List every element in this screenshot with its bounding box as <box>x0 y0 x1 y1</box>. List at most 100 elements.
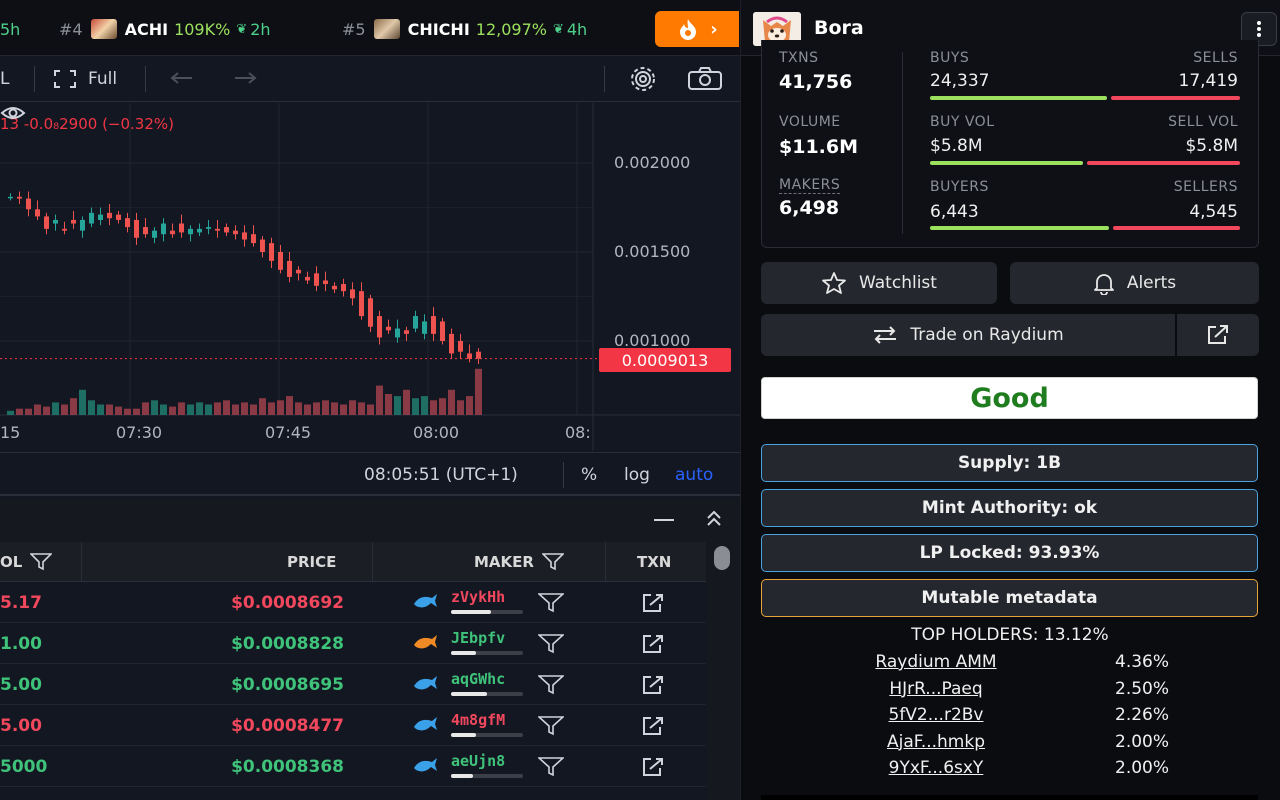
holder-row: AjaF...hmkp 2.00% <box>741 732 1279 758</box>
column-divider <box>605 542 606 582</box>
maker-address[interactable]: aqGWhc <box>451 670 505 688</box>
safety-rating-badge: Good <box>761 377 1258 419</box>
table-row[interactable]: 1.00 $0.0008828 JEbpfv <box>0 623 706 664</box>
trade-price: $0.0008477 <box>231 715 344 736</box>
ticker-rank: #5 <box>342 19 366 39</box>
maker-share-bar <box>451 651 523 655</box>
gear-icon <box>631 67 655 91</box>
filter-icon[interactable] <box>541 553 564 571</box>
auto-scale-toggle[interactable]: auto <box>675 453 713 497</box>
col-txn-header[interactable]: TXN <box>637 542 671 582</box>
log-scale-toggle[interactable]: log <box>624 453 650 497</box>
ticker-item-3[interactable]: 5h <box>0 18 20 40</box>
volume-bar <box>214 402 221 415</box>
star-icon <box>822 272 846 294</box>
price-chart[interactable]: 13 -0.0₈2900 (−0.32%) 0.002000 0.001500 … <box>0 103 740 451</box>
open-external-button[interactable] <box>1177 314 1259 356</box>
col-price-header[interactable]: PRICE <box>287 542 336 582</box>
interval-button[interactable]: L <box>0 56 9 102</box>
whale-icon <box>414 594 437 608</box>
fullscreen-button[interactable]: Full <box>54 56 117 102</box>
x-axis-tick: 08: <box>565 423 591 442</box>
trending-button[interactable]: › <box>655 11 739 47</box>
filter-icon[interactable] <box>538 716 564 736</box>
candle-body <box>386 326 391 331</box>
x-axis-tick: 15 <box>0 423 21 442</box>
volume-bar <box>439 398 446 415</box>
external-link-icon[interactable] <box>642 593 666 613</box>
minimize-icon[interactable] <box>654 510 674 530</box>
holder-address-link[interactable]: AjaF...hmkp <box>821 732 1051 752</box>
candle-body <box>467 353 472 359</box>
table-row[interactable]: 5.00 $0.0008477 4m8gfM <box>0 705 706 746</box>
token-check-item[interactable]: Mint Authority: ok <box>761 489 1258 527</box>
volume-bar <box>106 404 113 415</box>
col-maker-header[interactable]: MAKER <box>474 542 564 582</box>
volume-bar <box>331 402 338 415</box>
volume-bar <box>430 400 437 415</box>
watchlist-button[interactable]: Watchlist <box>761 262 997 304</box>
candle-body <box>476 351 481 359</box>
volume-bar <box>322 400 329 415</box>
candle-body <box>296 269 301 274</box>
token-name: Bora <box>814 17 864 39</box>
volume-label: VOLUME <box>779 114 841 130</box>
fire-icon <box>680 19 697 40</box>
eye-icon[interactable] <box>0 103 26 123</box>
ticker-item-4[interactable]: #4 ACHI 109K% ❦ 2h <box>59 18 271 40</box>
volume-bar <box>115 406 122 415</box>
token-check-item[interactable]: Supply: 1B <box>761 444 1258 482</box>
candle-body <box>80 219 85 231</box>
volume-bar <box>412 398 419 415</box>
external-link-icon[interactable] <box>642 757 666 777</box>
holder-address-link[interactable]: HJrR...Paeq <box>821 679 1051 699</box>
maker-address[interactable]: 4m8gfM <box>451 711 505 729</box>
table-row[interactable]: 5.17 $0.0008692 zVykHh <box>0 582 706 623</box>
token-check-item[interactable]: Mutable metadata <box>761 579 1258 617</box>
filter-icon[interactable] <box>30 553 53 571</box>
external-link-icon[interactable] <box>642 716 666 736</box>
holder-address-link[interactable]: 5fV2...r2Bv <box>821 705 1051 725</box>
ticker-item-5[interactable]: #5 CHICHI 12,097% ❦ 4h <box>342 18 587 40</box>
holder-address-link[interactable]: 9YxF...6sxY <box>821 758 1051 778</box>
alerts-button[interactable]: Alerts <box>1010 262 1259 304</box>
trades-table-body: 5.17 $0.0008692 zVykHh 1.00 $0.0008828 JEbpfv… <box>0 582 706 800</box>
volume-bar <box>70 398 77 415</box>
candle-body <box>71 219 76 224</box>
candle-body <box>233 230 238 235</box>
screenshot-button[interactable] <box>687 56 723 102</box>
trades-scrollbar[interactable] <box>706 542 740 800</box>
collapse-icon[interactable] <box>704 508 724 530</box>
trade-price: $0.0008368 <box>231 756 344 777</box>
token-check-item[interactable]: LP Locked: 93.93% <box>761 534 1258 572</box>
redo-button[interactable] <box>233 56 257 102</box>
footer-divider <box>563 462 564 488</box>
fullscreen-icon <box>54 70 76 88</box>
holder-address-link[interactable]: Raydium AMM <box>821 652 1051 672</box>
ticker-age: 2h <box>250 19 271 39</box>
table-row[interactable]: 5.00 $0.0008695 aqGWhc <box>0 664 706 705</box>
trade-on-raydium-button[interactable]: Trade on Raydium <box>761 314 1175 356</box>
table-row[interactable]: 5000 $0.0008368 aeUjn8 <box>0 746 706 787</box>
volume-bar <box>160 404 167 415</box>
external-link-icon[interactable] <box>642 634 666 654</box>
col-volume-header[interactable]: OL <box>0 542 53 582</box>
sprout-icon: ❦ <box>552 21 564 37</box>
filter-icon[interactable] <box>538 757 564 777</box>
trade-volume: 5.00 <box>0 715 42 736</box>
maker-address[interactable]: aeUjn8 <box>451 752 505 770</box>
undo-button[interactable] <box>170 56 194 102</box>
volume-bar <box>79 389 86 415</box>
external-link-icon[interactable] <box>642 675 666 695</box>
filter-icon[interactable] <box>538 675 564 695</box>
filter-icon[interactable] <box>538 634 564 654</box>
volume-bar <box>133 408 140 415</box>
settings-button[interactable] <box>626 56 660 102</box>
maker-address[interactable]: JEbpfv <box>451 629 505 647</box>
filter-icon[interactable] <box>538 593 564 613</box>
candle-body <box>260 239 265 252</box>
maker-address[interactable]: zVykHh <box>451 588 505 606</box>
ohlc-readout: 13 -0.0₈2900 (−0.32%) <box>0 115 175 133</box>
scrollbar-thumb[interactable] <box>714 546 730 570</box>
percent-scale-toggle[interactable]: % <box>581 453 597 497</box>
